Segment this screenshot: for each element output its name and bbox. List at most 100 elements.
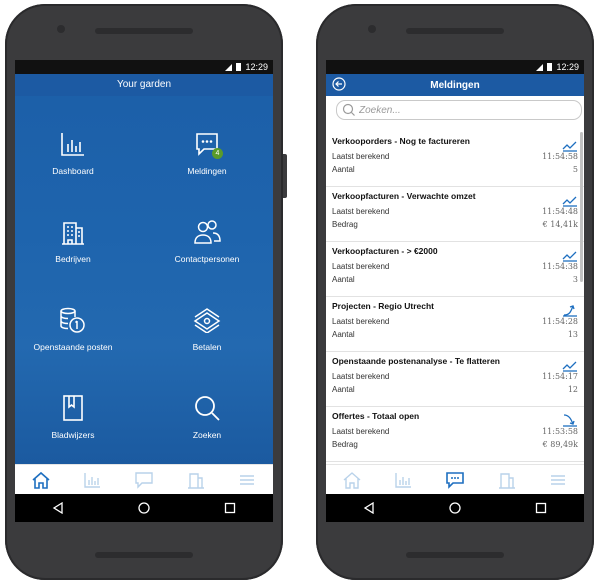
notification-value: 3 — [572, 275, 578, 284]
speaker-grille — [95, 552, 193, 558]
trend-down-icon — [563, 414, 577, 427]
tile-label: Dashboard — [52, 166, 94, 176]
notification-label: Aantal — [332, 330, 355, 339]
trend-up-icon — [562, 141, 577, 152]
chat-icon[interactable] — [440, 468, 470, 492]
notification-item[interactable]: Verkoopfacturen - > €2000 Laatst berekend… — [326, 242, 584, 297]
building-icon — [23, 214, 123, 250]
camera-icon — [368, 25, 376, 33]
home-nav-icon[interactable] — [449, 502, 461, 514]
notification-label: Bedrag — [332, 220, 358, 229]
speaker-grille — [95, 28, 193, 34]
camera-icon — [57, 25, 65, 33]
tile-bladwijzers[interactable]: Bladwijzers — [23, 390, 123, 440]
notification-value: 11:54:58 — [542, 152, 578, 161]
menu-icon[interactable] — [232, 468, 262, 492]
notification-value: 11:54:28 — [542, 317, 578, 326]
home-icon[interactable] — [26, 468, 56, 492]
notification-title: Verkooporders - Nog te factureren — [332, 136, 470, 146]
chart-icon[interactable] — [77, 468, 107, 492]
notifications-screen: 12:29 Meldingen Verkooporders - Nog te f… — [326, 60, 584, 522]
back-nav-icon[interactable] — [363, 502, 375, 514]
bottom-tab-bar — [326, 464, 584, 495]
back-arrow-icon[interactable] — [332, 77, 346, 91]
signal-icon — [225, 63, 233, 71]
page-title: Meldingen — [430, 79, 480, 91]
signal-icon — [536, 63, 544, 71]
recents-nav-icon[interactable] — [535, 502, 547, 514]
android-nav-bar — [326, 494, 584, 522]
back-nav-icon[interactable] — [52, 502, 64, 514]
search-icon — [342, 103, 355, 116]
notification-value: 11:54:38 — [542, 262, 578, 271]
notification-label: Laatst berekend — [332, 207, 390, 216]
recents-nav-icon[interactable] — [224, 502, 236, 514]
tile-betalen[interactable]: Betalen — [157, 302, 257, 352]
notification-item[interactable]: Verkooporders - Nog te factureren Laatst … — [326, 132, 584, 187]
notification-label: Bedrag — [332, 440, 358, 449]
notification-value: 11:54:48 — [542, 207, 578, 216]
notification-title: Openstaande postenanalyse - Te flatteren — [332, 356, 500, 366]
notification-value: 13 — [567, 330, 578, 339]
notification-list: Verkooporders - Nog te factureren Laatst … — [326, 132, 584, 464]
notification-value: € 89,49k — [542, 440, 578, 449]
tile-bedrijven[interactable]: Bedrijven — [23, 214, 123, 264]
notification-value: 12 — [567, 385, 578, 394]
notification-label: Aantal — [332, 385, 355, 394]
chart-icon[interactable] — [388, 468, 418, 492]
status-time: 12:29 — [556, 62, 579, 72]
tile-contactpersonen[interactable]: Contactpersonen — [157, 214, 257, 264]
search-icon — [157, 390, 257, 426]
notification-title: Projecten - Regio Utrecht — [332, 301, 435, 311]
app-bar: Meldingen — [326, 74, 584, 96]
notification-value: 11:53:58 — [542, 427, 578, 436]
menu-icon[interactable] — [543, 468, 573, 492]
home-icon[interactable] — [337, 468, 367, 492]
notification-title: Verkoopfacturen - Verwachte omzet — [332, 191, 476, 201]
tile-label: Betalen — [192, 342, 222, 352]
search-input[interactable] — [359, 104, 569, 116]
tile-label: Meldingen — [187, 166, 227, 176]
notification-title: Verkoopfacturen - > €2000 — [332, 246, 438, 256]
notification-value: 5 — [572, 165, 578, 174]
search-bar[interactable] — [336, 100, 582, 120]
tile-label: Openstaande posten — [33, 342, 113, 352]
notification-item[interactable]: Openstaande postenanalyse - Te flatteren… — [326, 352, 584, 407]
trend-up-icon — [562, 361, 577, 372]
notification-title: Offertes - Totaal open — [332, 411, 420, 421]
battery-icon — [547, 63, 553, 71]
building-icon[interactable] — [181, 468, 211, 492]
notification-label: Laatst berekend — [332, 262, 390, 271]
power-button — [283, 154, 287, 198]
tile-label: Bladwijzers — [51, 430, 95, 440]
notification-label: Laatst berekend — [332, 317, 390, 326]
home-nav-icon[interactable] — [138, 502, 150, 514]
tile-meldingen[interactable]: 4 Meldingen — [157, 126, 257, 176]
home-screen: 12:29 Your garden Dashboard 4 Meldingen — [15, 60, 273, 522]
notification-item[interactable]: Projecten - Regio Utrecht Laatst berekend… — [326, 297, 584, 352]
tile-dashboard[interactable]: Dashboard — [23, 126, 123, 176]
chat-icon[interactable] — [129, 468, 159, 492]
right-phone: 12:29 Meldingen Verkooporders - Nog te f… — [316, 4, 594, 580]
speaker-grille — [406, 552, 504, 558]
notification-label: Laatst berekend — [332, 152, 390, 161]
notification-value: € 14,41k — [542, 220, 578, 229]
status-time: 12:29 — [245, 62, 268, 72]
building-icon[interactable] — [492, 468, 522, 492]
left-phone: 12:29 Your garden Dashboard 4 Meldingen — [5, 4, 287, 580]
bar-chart-icon — [23, 126, 123, 162]
scrollbar[interactable] — [580, 132, 583, 282]
coins-icon — [23, 302, 123, 338]
battery-icon — [236, 63, 242, 71]
trend-up-icon — [562, 196, 577, 207]
notification-item[interactable]: Offertes - Totaal open Laatst berekend 11:… — [326, 407, 584, 462]
status-bar: 12:29 — [326, 60, 584, 74]
tile-label: Bedrijven — [55, 254, 91, 264]
tile-zoeken[interactable]: Zoeken — [157, 390, 257, 440]
bookmark-icon — [23, 390, 123, 426]
tile-label: Zoeken — [192, 430, 222, 440]
notification-label: Aantal — [332, 165, 355, 174]
tile-openstaande-posten[interactable]: Openstaande posten — [23, 302, 123, 352]
notification-item[interactable]: Verkoopfacturen - Verwachte omzet Laatst … — [326, 187, 584, 242]
money-stack-icon — [157, 302, 257, 338]
